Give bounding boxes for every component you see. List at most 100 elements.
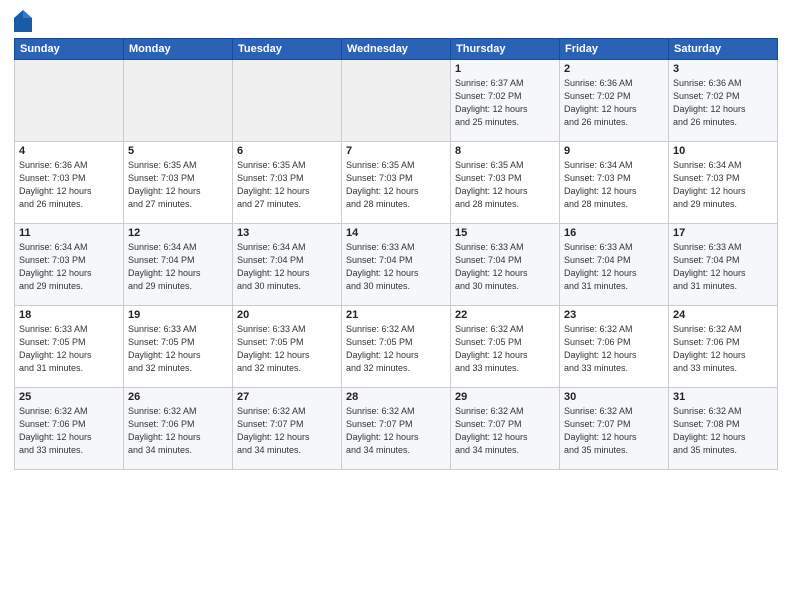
- day-number: 22: [455, 309, 555, 321]
- calendar-body: 1 Sunrise: 6:37 AM Sunset: 7:02 PM Daylig…: [15, 60, 778, 470]
- calendar-cell: 3 Sunrise: 6:36 AM Sunset: 7:02 PM Daylig…: [669, 60, 778, 142]
- calendar-cell: 10 Sunrise: 6:34 AM Sunset: 7:03 PM Dayli…: [669, 142, 778, 224]
- header-row: SundayMondayTuesdayWednesdayThursdayFrid…: [15, 39, 778, 60]
- day-number: 13: [237, 227, 337, 239]
- day-number: 20: [237, 309, 337, 321]
- day-number: 26: [128, 391, 228, 403]
- calendar-cell: 12 Sunrise: 6:34 AM Sunset: 7:04 PM Dayli…: [124, 224, 233, 306]
- calendar-cell: 27 Sunrise: 6:32 AM Sunset: 7:07 PM Dayli…: [233, 388, 342, 470]
- calendar-week: 1 Sunrise: 6:37 AM Sunset: 7:02 PM Daylig…: [15, 60, 778, 142]
- day-info: Sunrise: 6:32 AM Sunset: 7:07 PM Dayligh…: [564, 405, 664, 457]
- day-info: Sunrise: 6:33 AM Sunset: 7:04 PM Dayligh…: [455, 241, 555, 293]
- day-info: Sunrise: 6:32 AM Sunset: 7:06 PM Dayligh…: [564, 323, 664, 375]
- day-number: 10: [673, 145, 773, 157]
- calendar-cell: 17Sunrise: 6:33 AM Sunset: 7:04 PM Dayli…: [669, 224, 778, 306]
- day-info: Sunrise: 6:35 AM Sunset: 7:03 PM Dayligh…: [128, 159, 228, 211]
- day-number: 6: [237, 145, 337, 157]
- day-info: Sunrise: 6:32 AM Sunset: 7:07 PM Dayligh…: [237, 405, 337, 457]
- day-number: 8: [455, 145, 555, 157]
- calendar-cell: 30 Sunrise: 6:32 AM Sunset: 7:07 PM Dayli…: [560, 388, 669, 470]
- calendar-cell: 6 Sunrise: 6:35 AM Sunset: 7:03 PM Daylig…: [233, 142, 342, 224]
- day-info: Sunrise: 6:32 AM Sunset: 7:08 PM Dayligh…: [673, 405, 773, 457]
- header-day: Friday: [560, 39, 669, 60]
- calendar-week: 18 Sunrise: 6:33 AM Sunset: 7:05 PM Dayli…: [15, 306, 778, 388]
- calendar-cell: 31 Sunrise: 6:32 AM Sunset: 7:08 PM Dayli…: [669, 388, 778, 470]
- day-info: Sunrise: 6:32 AM Sunset: 7:06 PM Dayligh…: [128, 405, 228, 457]
- day-info: Sunrise: 6:32 AM Sunset: 7:07 PM Dayligh…: [346, 405, 446, 457]
- calendar-cell: 8 Sunrise: 6:35 AM Sunset: 7:03 PM Daylig…: [451, 142, 560, 224]
- day-info: Sunrise: 6:36 AM Sunset: 7:02 PM Dayligh…: [673, 77, 773, 129]
- calendar-cell: 23 Sunrise: 6:32 AM Sunset: 7:06 PM Dayli…: [560, 306, 669, 388]
- calendar-cell: 18 Sunrise: 6:33 AM Sunset: 7:05 PM Dayli…: [15, 306, 124, 388]
- header-day: Saturday: [669, 39, 778, 60]
- day-number: 3: [673, 63, 773, 75]
- calendar-cell: 9Sunrise: 6:34 AM Sunset: 7:03 PM Daylig…: [560, 142, 669, 224]
- calendar-week: 25 Sunrise: 6:32 AM Sunset: 7:06 PM Dayli…: [15, 388, 778, 470]
- logo-icon: [14, 10, 32, 32]
- calendar-cell: 25 Sunrise: 6:32 AM Sunset: 7:06 PM Dayli…: [15, 388, 124, 470]
- day-info: Sunrise: 6:32 AM Sunset: 7:07 PM Dayligh…: [455, 405, 555, 457]
- calendar-cell: 13 Sunrise: 6:34 AM Sunset: 7:04 PM Dayli…: [233, 224, 342, 306]
- day-number: 12: [128, 227, 228, 239]
- day-info: Sunrise: 6:35 AM Sunset: 7:03 PM Dayligh…: [346, 159, 446, 211]
- calendar-cell: [124, 60, 233, 142]
- day-info: Sunrise: 6:35 AM Sunset: 7:03 PM Dayligh…: [455, 159, 555, 211]
- day-number: 24: [673, 309, 773, 321]
- day-number: 30: [564, 391, 664, 403]
- calendar-week: 4 Sunrise: 6:36 AM Sunset: 7:03 PM Daylig…: [15, 142, 778, 224]
- calendar: SundayMondayTuesdayWednesdayThursdayFrid…: [14, 38, 778, 470]
- header-day: Sunday: [15, 39, 124, 60]
- calendar-cell: 19Sunrise: 6:33 AM Sunset: 7:05 PM Dayli…: [124, 306, 233, 388]
- day-number: 1: [455, 63, 555, 75]
- day-info: Sunrise: 6:33 AM Sunset: 7:04 PM Dayligh…: [346, 241, 446, 293]
- day-info: Sunrise: 6:32 AM Sunset: 7:05 PM Dayligh…: [346, 323, 446, 375]
- calendar-cell: [233, 60, 342, 142]
- calendar-cell: 29 Sunrise: 6:32 AM Sunset: 7:07 PM Dayli…: [451, 388, 560, 470]
- calendar-cell: 24 Sunrise: 6:32 AM Sunset: 7:06 PM Dayli…: [669, 306, 778, 388]
- day-info: Sunrise: 6:33 AM Sunset: 7:05 PM Dayligh…: [19, 323, 119, 375]
- day-info: Sunrise: 6:33 AM Sunset: 7:04 PM Dayligh…: [564, 241, 664, 293]
- day-info: Sunrise: 6:36 AM Sunset: 7:03 PM Dayligh…: [19, 159, 119, 211]
- day-number: 27: [237, 391, 337, 403]
- calendar-cell: [342, 60, 451, 142]
- day-number: 23: [564, 309, 664, 321]
- day-info: Sunrise: 6:34 AM Sunset: 7:03 PM Dayligh…: [673, 159, 773, 211]
- day-number: 2: [564, 63, 664, 75]
- day-number: 29: [455, 391, 555, 403]
- day-number: 5: [128, 145, 228, 157]
- day-number: 21: [346, 309, 446, 321]
- day-info: Sunrise: 6:34 AM Sunset: 7:04 PM Dayligh…: [128, 241, 228, 293]
- calendar-cell: 26 Sunrise: 6:32 AM Sunset: 7:06 PM Dayli…: [124, 388, 233, 470]
- calendar-cell: 22Sunrise: 6:32 AM Sunset: 7:05 PM Dayli…: [451, 306, 560, 388]
- calendar-cell: 28 Sunrise: 6:32 AM Sunset: 7:07 PM Dayli…: [342, 388, 451, 470]
- header-day: Tuesday: [233, 39, 342, 60]
- calendar-cell: 1 Sunrise: 6:37 AM Sunset: 7:02 PM Daylig…: [451, 60, 560, 142]
- day-info: Sunrise: 6:34 AM Sunset: 7:03 PM Dayligh…: [19, 241, 119, 293]
- calendar-cell: 11 Sunrise: 6:34 AM Sunset: 7:03 PM Dayli…: [15, 224, 124, 306]
- calendar-header: SundayMondayTuesdayWednesdayThursdayFrid…: [15, 39, 778, 60]
- day-number: 4: [19, 145, 119, 157]
- day-number: 11: [19, 227, 119, 239]
- day-number: 31: [673, 391, 773, 403]
- day-number: 15: [455, 227, 555, 239]
- day-info: Sunrise: 6:37 AM Sunset: 7:02 PM Dayligh…: [455, 77, 555, 129]
- day-number: 28: [346, 391, 446, 403]
- day-info: Sunrise: 6:34 AM Sunset: 7:03 PM Dayligh…: [564, 159, 664, 211]
- day-number: 14: [346, 227, 446, 239]
- calendar-cell: 4 Sunrise: 6:36 AM Sunset: 7:03 PM Daylig…: [15, 142, 124, 224]
- header-day: Thursday: [451, 39, 560, 60]
- day-info: Sunrise: 6:34 AM Sunset: 7:04 PM Dayligh…: [237, 241, 337, 293]
- day-info: Sunrise: 6:32 AM Sunset: 7:06 PM Dayligh…: [19, 405, 119, 457]
- calendar-cell: 14 Sunrise: 6:33 AM Sunset: 7:04 PM Dayli…: [342, 224, 451, 306]
- day-number: 18: [19, 309, 119, 321]
- calendar-cell: [15, 60, 124, 142]
- header-day: Monday: [124, 39, 233, 60]
- page: SundayMondayTuesdayWednesdayThursdayFrid…: [0, 0, 792, 612]
- calendar-week: 11 Sunrise: 6:34 AM Sunset: 7:03 PM Dayli…: [15, 224, 778, 306]
- day-info: Sunrise: 6:32 AM Sunset: 7:06 PM Dayligh…: [673, 323, 773, 375]
- day-number: 25: [19, 391, 119, 403]
- calendar-cell: 5 Sunrise: 6:35 AM Sunset: 7:03 PM Daylig…: [124, 142, 233, 224]
- calendar-cell: 2Sunrise: 6:36 AM Sunset: 7:02 PM Daylig…: [560, 60, 669, 142]
- day-info: Sunrise: 6:35 AM Sunset: 7:03 PM Dayligh…: [237, 159, 337, 211]
- day-info: Sunrise: 6:33 AM Sunset: 7:05 PM Dayligh…: [128, 323, 228, 375]
